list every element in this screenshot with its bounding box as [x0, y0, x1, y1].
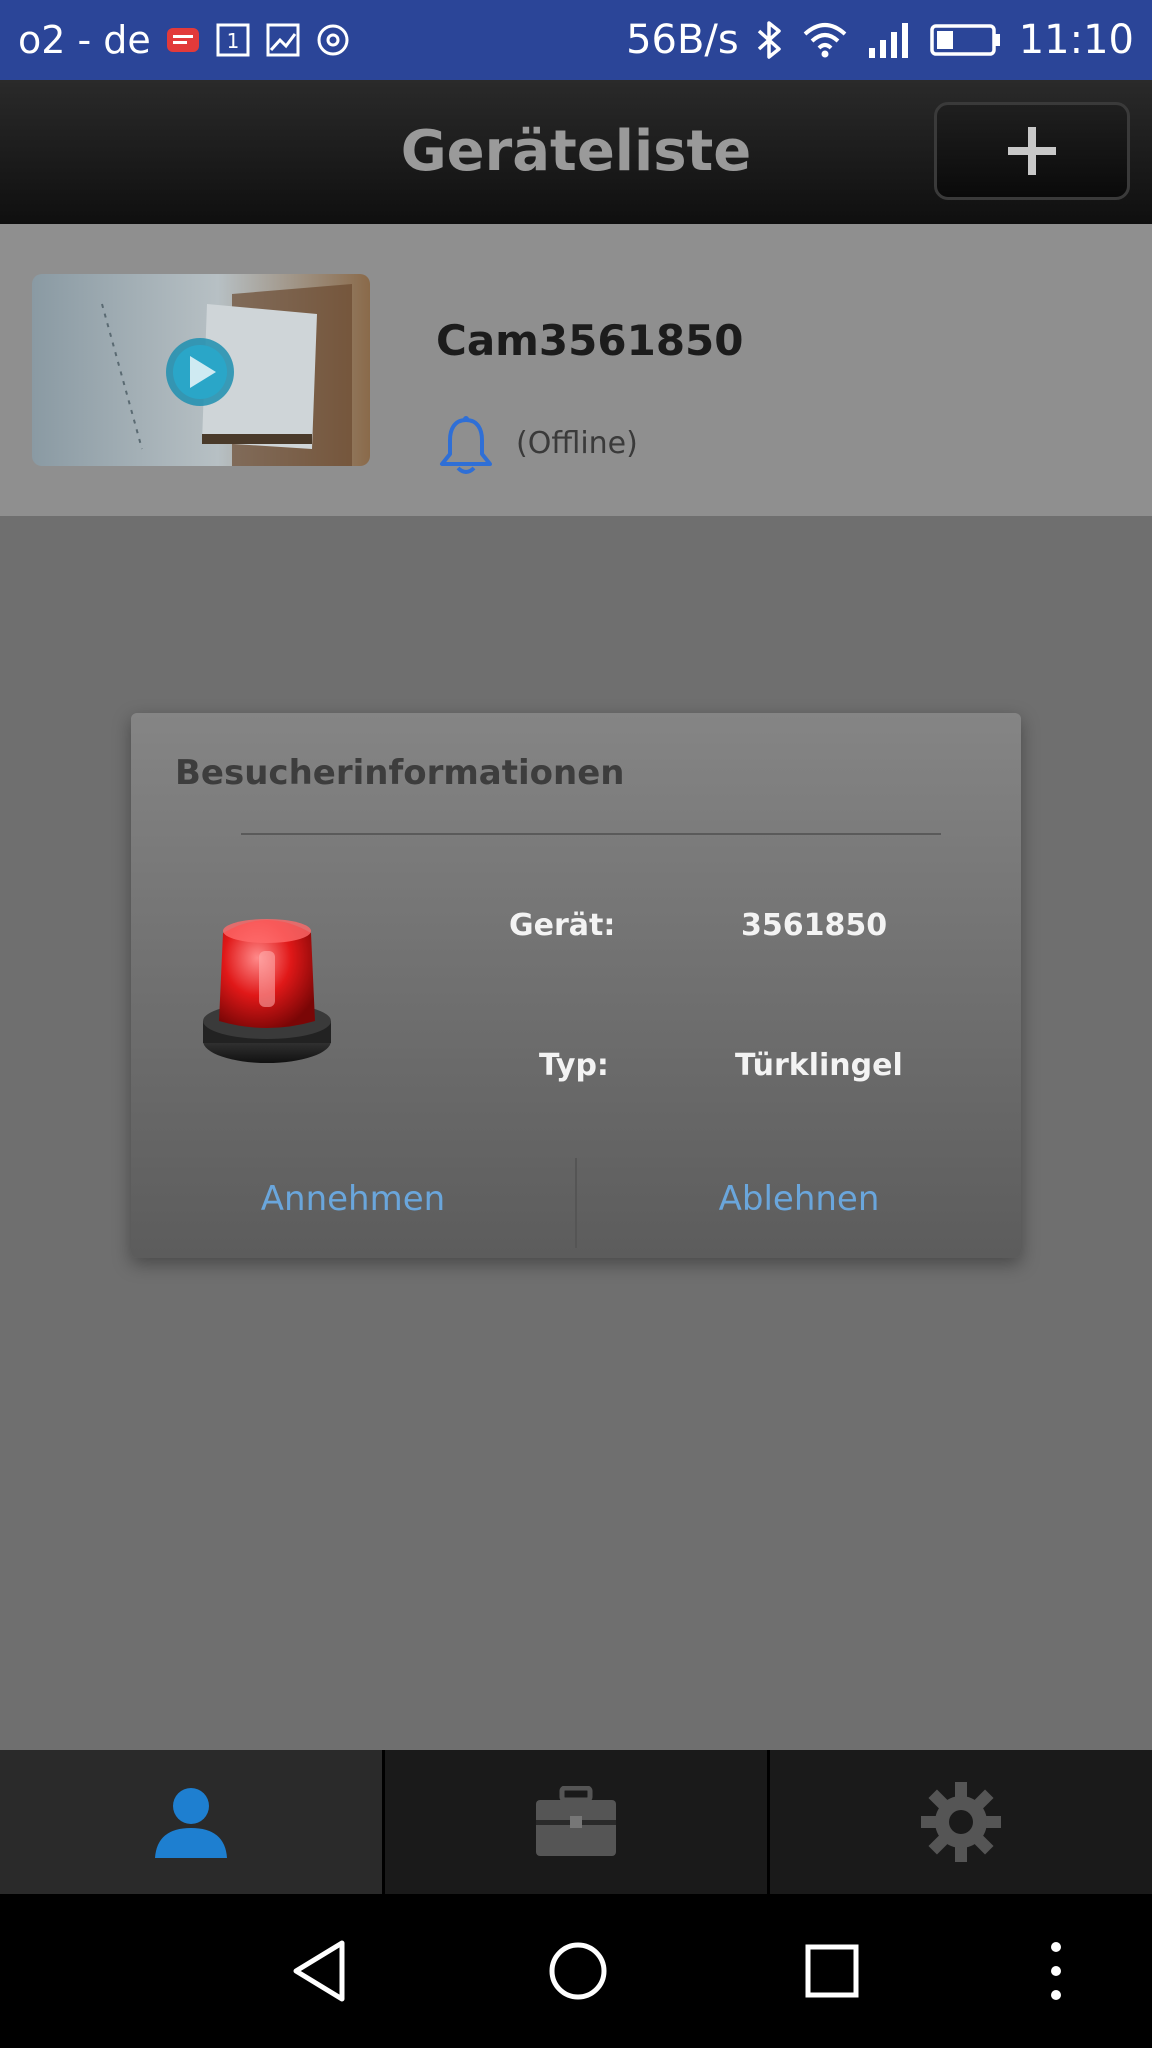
gear-icon — [921, 1782, 1001, 1862]
type-label: Typ: — [539, 1048, 609, 1083]
svg-text:1: 1 — [226, 29, 239, 53]
person-icon — [155, 1788, 227, 1858]
visitor-info-dialog: Besucherinformationen Gerät: 3561850 Typ… — [131, 713, 1021, 1258]
tab-contacts[interactable] — [0, 1750, 382, 1894]
siren-icon — [197, 903, 337, 1077]
app-bar: Geräteliste — [0, 80, 1152, 224]
camera-thumbnail[interactable] — [32, 274, 370, 466]
device-list: Cam3561850 (Offline) — [0, 224, 1152, 516]
plus-icon — [1008, 127, 1056, 175]
recents-icon — [805, 1944, 859, 1998]
carrier-name: o2 - de — [18, 18, 151, 62]
accept-button[interactable]: Annehmen — [131, 1138, 575, 1258]
status-bar-right: 56B/s 11:10 — [626, 14, 1134, 66]
dialog-button-row: Annehmen Ablehnen — [131, 1138, 1021, 1258]
overflow-icon — [1051, 1942, 1061, 2000]
message-badge-icon — [165, 22, 201, 58]
network-speed: 56B/s — [626, 17, 739, 63]
system-nav-bar — [0, 1894, 1152, 2048]
overflow-menu-button[interactable] — [1006, 1921, 1106, 2021]
type-value: Türklingel — [735, 1048, 903, 1083]
sync-icon — [315, 22, 351, 58]
image-icon — [265, 22, 301, 58]
home-button[interactable] — [528, 1921, 628, 2021]
add-device-button[interactable] — [934, 102, 1130, 200]
bottom-tab-bar — [0, 1750, 1152, 1894]
signal-icon — [865, 20, 913, 60]
bluetooth-icon — [755, 19, 785, 61]
tab-tools[interactable] — [382, 1750, 767, 1894]
status-bar: o2 - de 1 56B/s 11:10 — [0, 0, 1152, 80]
tab-settings[interactable] — [767, 1750, 1152, 1894]
recents-button[interactable] — [782, 1921, 882, 2021]
dialog-title: Besucherinformationen — [175, 753, 625, 793]
device-list-item[interactable]: Cam3561850 (Offline) — [0, 224, 1152, 516]
status-bar-left: o2 - de 1 — [18, 14, 351, 66]
home-icon — [549, 1942, 607, 2000]
reject-button[interactable]: Ablehnen — [577, 1138, 1021, 1258]
device-label: Gerät: — [509, 908, 616, 943]
clock: 11:10 — [1018, 17, 1134, 63]
device-value: 3561850 — [741, 908, 888, 943]
bell-icon[interactable] — [436, 414, 496, 482]
battery-icon — [929, 20, 1003, 60]
device-status: (Offline) — [516, 426, 638, 461]
dialog-divider — [241, 833, 941, 835]
wifi-icon — [801, 20, 849, 60]
device-name: Cam3561850 — [436, 316, 744, 365]
back-icon — [293, 1940, 345, 2002]
toolbox-icon — [536, 1786, 616, 1856]
sim-icon: 1 — [215, 22, 251, 58]
back-button[interactable] — [270, 1921, 370, 2021]
